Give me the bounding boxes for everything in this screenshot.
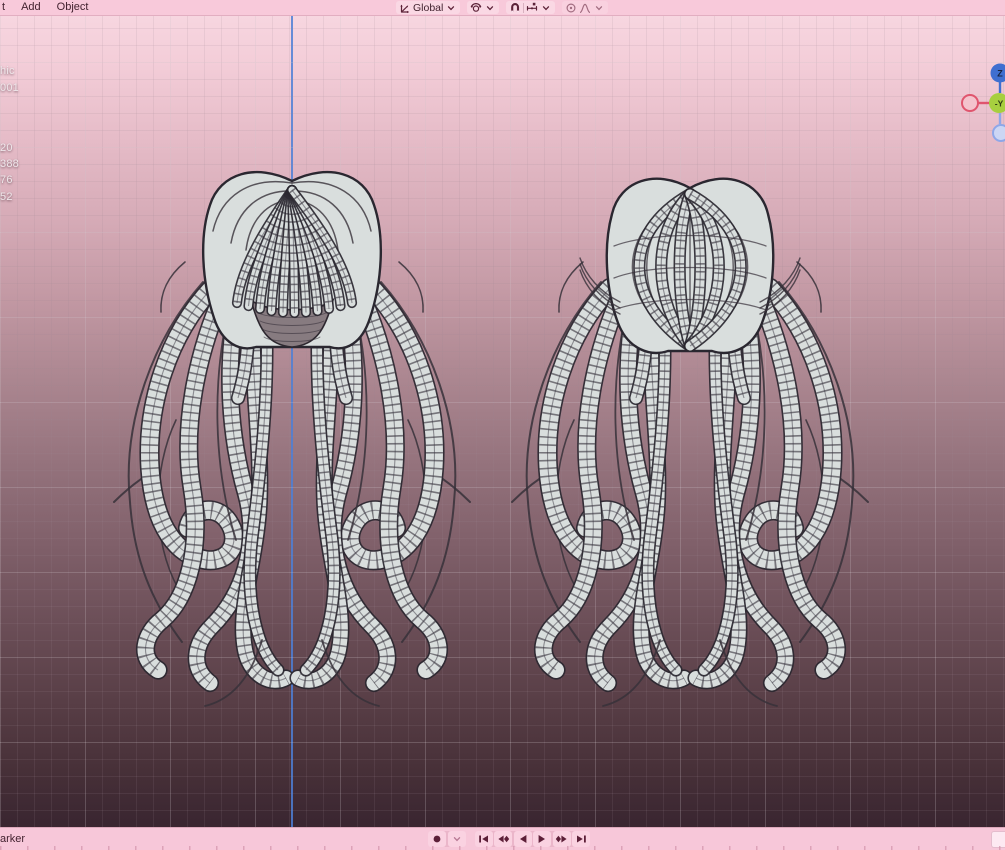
timeline-menu-marker-partial[interactable]: arker	[0, 828, 25, 850]
hair-model-wireframe[interactable]	[0, 15, 1005, 828]
gizmo-negz-ball[interactable]	[992, 124, 1005, 142]
menu-add[interactable]: Add	[13, 0, 49, 15]
play-icon	[538, 835, 545, 843]
jump-to-end-icon	[576, 835, 586, 843]
pivot-point-dropdown[interactable]	[467, 1, 500, 14]
play-reverse-icon	[519, 835, 526, 843]
hair-model-back	[511, 177, 869, 707]
frame-number-field[interactable]	[991, 831, 1005, 848]
record-options-button[interactable]	[447, 831, 466, 847]
gizmo-negy-label: -Y	[995, 99, 1004, 109]
orientation-label: Global	[413, 1, 444, 14]
blender-window: { "header": { "menus": [ { "label": "t" …	[0, 0, 1005, 850]
falloff-curve-icon	[580, 3, 591, 13]
stat-verts: 20	[0, 142, 13, 154]
transport-controls	[428, 831, 590, 847]
chevron-down-icon	[448, 5, 455, 10]
snap-toggle-button[interactable]	[509, 2, 521, 14]
transform-orientation-dropdown[interactable]: Global	[396, 1, 461, 14]
stat-tris: 52	[0, 191, 13, 203]
separator	[523, 2, 525, 13]
gizmo-negy-ball[interactable]: -Y	[989, 93, 1005, 113]
navigation-gizmo[interactable]: Z -Y	[949, 59, 1005, 145]
chevron-down-icon	[543, 5, 550, 10]
next-keyframe-button[interactable]	[552, 831, 571, 847]
header-controls: Global	[396, 1, 609, 14]
stat-edges: 388	[0, 158, 19, 170]
gizmo-negx-ball[interactable]	[961, 94, 979, 112]
gizmo-z-label: Z	[997, 69, 1003, 79]
record-icon	[433, 835, 441, 843]
view-name-text: hic	[0, 65, 15, 77]
record-button[interactable]	[428, 831, 446, 847]
next-keyframe-icon	[555, 835, 567, 843]
3d-viewport[interactable]: hic 001 20 388 76 52 Z -Y	[0, 15, 1005, 828]
snap-magnet-icon	[511, 2, 520, 12]
gizmo-z-ball[interactable]: Z	[990, 63, 1005, 83]
object-name-text: 001	[0, 82, 19, 94]
snap-controls	[506, 1, 556, 14]
hair-model-front	[113, 170, 471, 707]
menu-object[interactable]: Object	[49, 0, 97, 15]
chevron-down-icon	[453, 837, 460, 842]
header-menus: t Add Object	[0, 0, 96, 15]
falloff-dropdown[interactable]	[579, 2, 605, 14]
proportional-editing-icon	[566, 2, 576, 13]
menu-select-partial[interactable]: t	[0, 0, 13, 15]
previous-keyframe-button[interactable]	[494, 831, 512, 847]
record-group	[428, 831, 466, 847]
jump-to-start-button[interactable]	[474, 831, 493, 847]
pivot-point-icon	[471, 2, 482, 12]
jump-to-start-icon	[479, 835, 488, 843]
viewport-header: t Add Object Global	[0, 0, 1005, 16]
playback-group	[474, 831, 590, 847]
proportional-edit-toggle[interactable]	[565, 2, 577, 14]
chevron-down-icon	[596, 5, 603, 10]
proportional-edit-controls	[562, 1, 609, 14]
snap-target-dropdown[interactable]	[526, 2, 552, 14]
jump-to-end-button[interactable]	[572, 831, 590, 847]
orientation-axes-icon	[400, 4, 410, 13]
stat-faces: 76	[0, 174, 13, 186]
chevron-down-icon	[487, 5, 494, 10]
play-button[interactable]	[533, 831, 551, 847]
snap-target-icon	[527, 2, 538, 11]
timeline-bar: arker	[0, 827, 1005, 850]
previous-keyframe-icon	[498, 835, 510, 843]
play-reverse-button[interactable]	[513, 831, 532, 847]
